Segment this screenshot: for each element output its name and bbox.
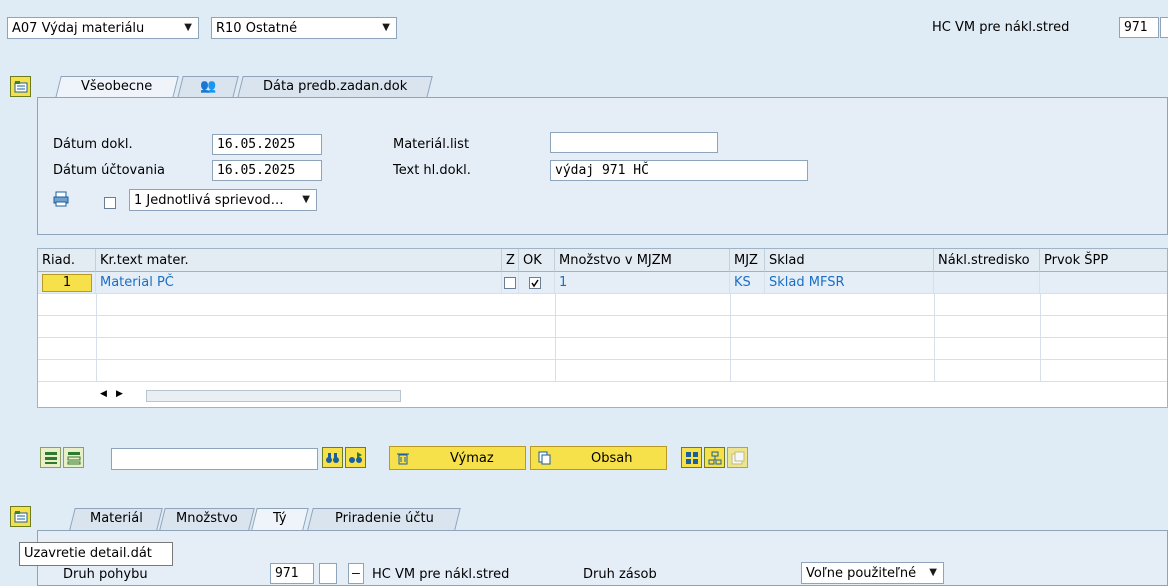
material-slip-label: Materiál.list [393, 137, 470, 152]
minus-sign-field: – [348, 563, 364, 584]
table-row[interactable] [38, 294, 1167, 316]
col-cost-center[interactable]: Nákl.stredisko [934, 249, 1040, 272]
folder-open-icon [14, 510, 27, 522]
reference-select-value: R10 Ostatné [216, 20, 298, 36]
detail-toggle-button[interactable] [10, 506, 31, 527]
stock-type-value: Voľne použiteľné [806, 565, 917, 581]
print-checkbox[interactable] [104, 195, 116, 210]
col-qty[interactable]: Množstvo v MJZM [555, 249, 730, 272]
col-wbs[interactable]: Prvok ŠPP [1040, 249, 1167, 272]
hierarchy-button[interactable] [704, 447, 725, 468]
col-material[interactable]: Kr.text mater. [96, 249, 502, 272]
posting-date-label: Dátum účtovania [53, 163, 166, 178]
delete-button[interactable]: Výmaz [389, 446, 526, 470]
cost-center-cell[interactable] [934, 272, 1040, 294]
print-option-value: 1 Jednotlivá sprievod… [134, 192, 284, 208]
header-text-field[interactable]: výdaj 971 HČ [550, 160, 808, 181]
movement-special-field[interactable] [319, 563, 337, 584]
tab-material[interactable]: Materiál [69, 508, 163, 530]
folder-open-icon [14, 80, 27, 92]
col-unit[interactable]: MJZ [730, 249, 765, 272]
contents-button-label: Obsah [591, 450, 633, 466]
chevron-down-icon: ▼ [184, 22, 192, 33]
row-number-button[interactable]: 1 [42, 274, 92, 292]
tab-ty[interactable]: Tý [251, 508, 309, 530]
trash-icon [394, 449, 412, 467]
select-all-icon [44, 451, 57, 464]
tab-data-predb[interactable]: Dáta predb.zadan.dok [237, 76, 433, 98]
chevron-down-icon: ▼ [302, 194, 310, 205]
col-z[interactable]: Z [502, 249, 519, 272]
details-icon [731, 451, 744, 464]
table-row[interactable] [38, 338, 1167, 360]
hierarchy-icon [708, 451, 721, 464]
select-all-button[interactable] [40, 447, 61, 468]
movement-code-field[interactable]: 971 [1119, 17, 1159, 38]
chevron-down-icon: ▼ [382, 22, 390, 33]
table-row[interactable] [38, 316, 1167, 338]
tab-vseobecne[interactable]: Všeobecne [55, 76, 179, 98]
binoculars-icon [326, 452, 339, 463]
scroll-right-icon[interactable]: ▶ [116, 389, 123, 399]
unit-cell[interactable]: KS [730, 272, 765, 294]
find-button[interactable] [322, 447, 343, 468]
horizontal-scrollbar[interactable]: ◀ ▶ [96, 389, 401, 404]
printer-icon[interactable] [53, 191, 69, 207]
print-option-select[interactable]: 1 Jednotlivá sprievod… ▼ [129, 189, 317, 211]
items-table: Riad. Kr.text mater. Z OK Množstvo v MJZ… [37, 248, 1168, 408]
partners-icon: 👥 [199, 79, 217, 94]
movement-type-label: Druh pohybu [63, 567, 148, 582]
stock-type-label: Druh zásob [583, 567, 657, 582]
material-slip-field[interactable] [550, 132, 718, 153]
col-riad[interactable]: Riad. [38, 249, 96, 272]
header-toggle-button[interactable] [10, 76, 31, 97]
table-row[interactable] [38, 360, 1167, 382]
posting-date-field[interactable]: 16.05.2025 [212, 160, 322, 181]
expand-button[interactable] [681, 447, 702, 468]
doc-date-label: Dátum dokl. [53, 137, 133, 152]
qty-cell[interactable]: 1 [555, 272, 730, 294]
reference-select[interactable]: R10 Ostatné ▼ [211, 17, 397, 39]
movement-code-extra-field[interactable] [1160, 17, 1168, 38]
stock-type-select[interactable]: Voľne použiteľné ▼ [801, 562, 944, 584]
scroll-left-icon[interactable]: ◀ [100, 389, 107, 399]
delete-button-label: Výmaz [450, 450, 494, 466]
action-select[interactable]: A07 Výdaj materiálu ▼ [7, 17, 199, 39]
find-next-button[interactable] [345, 447, 366, 468]
deselect-all-button[interactable] [63, 447, 84, 468]
movement-type-field[interactable]: 971 [270, 563, 314, 584]
storage-cell[interactable]: Sklad MFSR [765, 272, 934, 294]
tab-quantity[interactable]: Množstvo [159, 508, 255, 530]
material-cell[interactable]: Material PČ [96, 272, 502, 294]
find-next-icon [349, 451, 362, 463]
col-ok[interactable]: OK [519, 249, 555, 272]
contents-button[interactable]: Obsah [530, 446, 667, 470]
copy-icon [535, 449, 553, 467]
wbs-cell[interactable] [1040, 272, 1167, 294]
col-storage[interactable]: Sklad [765, 249, 934, 272]
search-input[interactable] [111, 448, 318, 470]
movement-label: HC VM pre nákl.stred [932, 20, 1070, 35]
movement-text: HC VM pre nákl.stred [372, 567, 510, 582]
action-select-value: A07 Výdaj materiálu [12, 20, 145, 36]
tooltip: Uzavretie detail.dát [19, 542, 173, 566]
chevron-down-icon: ▼ [929, 567, 937, 578]
doc-date-field[interactable]: 16.05.2025 [212, 134, 322, 155]
details-button[interactable] [727, 447, 748, 468]
z-checkbox[interactable] [504, 276, 516, 289]
tab-partners[interactable]: 👥 [177, 76, 239, 98]
ok-checkbox[interactable] [529, 276, 541, 289]
tab-account-assignment[interactable]: Priradenie účtu [307, 508, 461, 530]
deselect-all-icon [67, 451, 80, 464]
scroll-thumb[interactable] [146, 390, 401, 402]
expand-icon [685, 451, 698, 464]
header-text-label: Text hl.dokl. [393, 163, 471, 178]
